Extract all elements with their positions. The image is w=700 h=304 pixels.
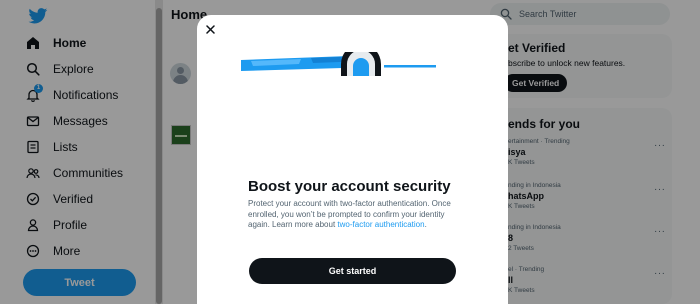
security-key-illustration — [241, 52, 436, 76]
close-icon — [205, 24, 215, 34]
modal-description: Protect your account with two-factor aut… — [248, 199, 460, 231]
modal-description-period: . — [424, 220, 427, 229]
close-button[interactable] — [202, 21, 218, 37]
security-modal: Boost your account security Protect your… — [197, 15, 508, 304]
modal-title: Boost your account security — [248, 178, 451, 195]
two-factor-link[interactable]: two-factor authentication — [337, 220, 424, 229]
get-started-button[interactable]: Get started — [249, 258, 456, 284]
